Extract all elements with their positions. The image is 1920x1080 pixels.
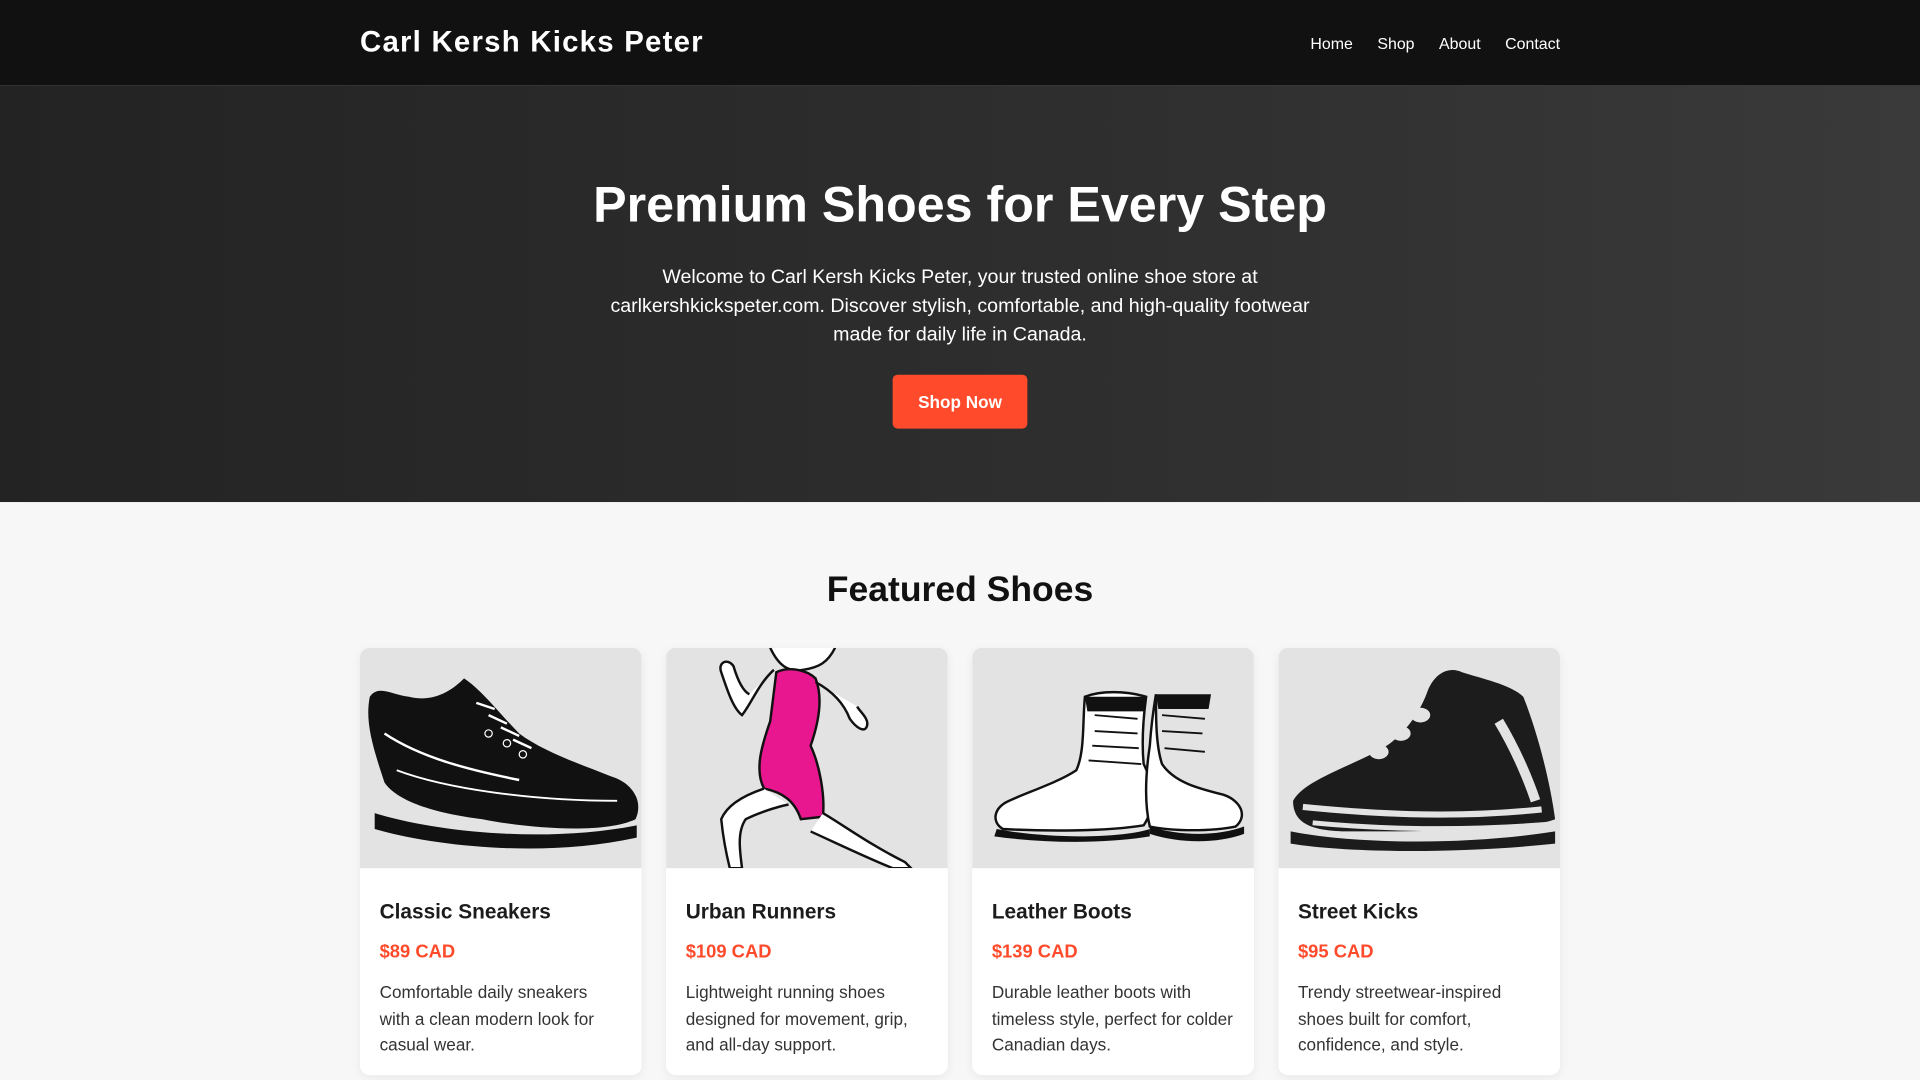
product-card[interactable]: Leather Boots $139 CAD Durable leather b… — [972, 647, 1254, 1076]
product-image[interactable] — [360, 647, 642, 869]
product-price: $109 CAD — [685, 941, 772, 963]
product-price: $139 CAD — [991, 941, 1078, 963]
brand-logo[interactable]: Carl Kersh Kicks Peter — [360, 26, 704, 60]
nav-contact[interactable]: Contact — [1505, 34, 1560, 52]
product-price: $89 CAD — [379, 941, 456, 963]
site-header: Carl Kersh Kicks Peter Home Shop About C… — [0, 0, 1920, 86]
nav-shop[interactable]: Shop — [1377, 34, 1414, 52]
product-description: Trendy streetwear-inspired shoes built f… — [1297, 982, 1502, 1055]
product-name[interactable]: Urban Runners — [686, 900, 928, 924]
product-name[interactable]: Leather Boots — [992, 900, 1234, 924]
product-description: Lightweight running shoes designed for m… — [685, 982, 908, 1055]
featured-section: Featured Shoes Classic Sneakers $89 CAD … — [0, 502, 1920, 1076]
runner-icon — [719, 647, 913, 869]
product-card[interactable]: Urban Runners $109 CAD Lightweight runni… — [666, 647, 948, 1076]
street-shoe-icon — [1290, 669, 1556, 852]
sneaker-icon — [368, 678, 639, 849]
shop-now-button[interactable]: Shop Now — [892, 374, 1028, 428]
featured-title: Featured Shoes — [826, 570, 1094, 610]
product-name[interactable]: Classic Sneakers — [380, 900, 622, 924]
product-description: Durable leather boots with timeless styl… — [991, 982, 1233, 1055]
main-nav: Home Shop About Contact — [1310, 34, 1560, 52]
nav-home[interactable]: Home — [1310, 34, 1352, 52]
product-card[interactable]: Classic Sneakers $89 CAD Comfortable dai… — [360, 647, 642, 1076]
product-name[interactable]: Street Kicks — [1298, 900, 1540, 924]
product-price: $95 CAD — [1297, 941, 1374, 963]
product-description: Comfortable daily sneakers with a clean … — [379, 982, 594, 1055]
hero-text: Welcome to Carl Kersh Kicks Peter, your … — [610, 266, 1310, 346]
boots-icon — [994, 690, 1245, 842]
product-card[interactable]: Street Kicks $95 CAD Trendy streetwear-i… — [1278, 647, 1561, 1076]
hero-title: Premium Shoes for Every Step — [593, 176, 1327, 233]
product-grid: Classic Sneakers $89 CAD Comfortable dai… — [0, 647, 1920, 1076]
product-image[interactable] — [972, 647, 1254, 869]
hero-section: Premium Shoes for Every Step Welcome to … — [0, 85, 1920, 503]
product-image[interactable] — [1278, 647, 1561, 869]
nav-about[interactable]: About — [1439, 34, 1481, 52]
product-image[interactable] — [666, 647, 948, 869]
